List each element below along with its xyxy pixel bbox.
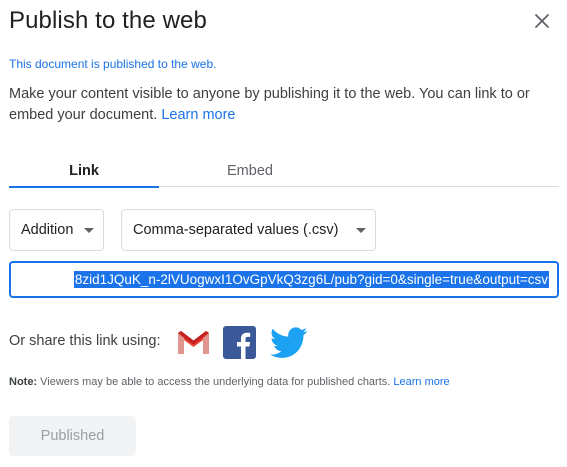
note-prefix: Note:	[9, 376, 38, 388]
note-body: Viewers may be able to access the underl…	[37, 376, 394, 388]
facebook-icon[interactable]	[223, 326, 256, 359]
format-select[interactable]: Comma-separated values (.csv)	[121, 209, 376, 251]
format-select-value: Comma-separated values (.csv)	[133, 222, 339, 238]
share-label: Or share this link using:	[9, 333, 161, 349]
active-tab-indicator	[9, 186, 159, 188]
sheet-select-value: Addition	[21, 222, 74, 238]
tab-embed-label: Embed	[227, 163, 273, 179]
description: Make your content visible to anyone by p…	[9, 84, 557, 126]
tab-link[interactable]: Link	[9, 161, 159, 188]
close-icon[interactable]	[531, 10, 553, 32]
chevron-down-icon	[356, 228, 366, 233]
gmail-icon[interactable]	[176, 329, 211, 356]
published-button[interactable]: Published	[9, 416, 136, 456]
note-text: Note: Viewers may be able to access the …	[9, 376, 450, 388]
chevron-down-icon	[84, 228, 94, 233]
twitter-icon[interactable]	[270, 327, 308, 359]
learn-more-link[interactable]: Learn more	[161, 107, 235, 123]
publish-url-text: 8zid1JQuK_n-2lVUogwxI1OvGpVkQ3zg6L/pub?g…	[73, 271, 549, 288]
tab-bar: Link Embed	[9, 161, 559, 188]
note-learn-more-link[interactable]: Learn more	[393, 376, 449, 388]
sheet-select[interactable]: Addition	[9, 209, 104, 251]
publish-url-field[interactable]: 8zid1JQuK_n-2lVUogwxI1OvGpVkQ3zg6L/pub?g…	[9, 261, 559, 298]
description-text: Make your content visible to anyone by p…	[9, 86, 530, 123]
tab-link-label: Link	[69, 163, 99, 179]
dialog-title: Publish to the web	[9, 7, 207, 34]
published-status: This document is published to the web.	[9, 57, 217, 71]
tab-embed[interactable]: Embed	[175, 161, 325, 187]
